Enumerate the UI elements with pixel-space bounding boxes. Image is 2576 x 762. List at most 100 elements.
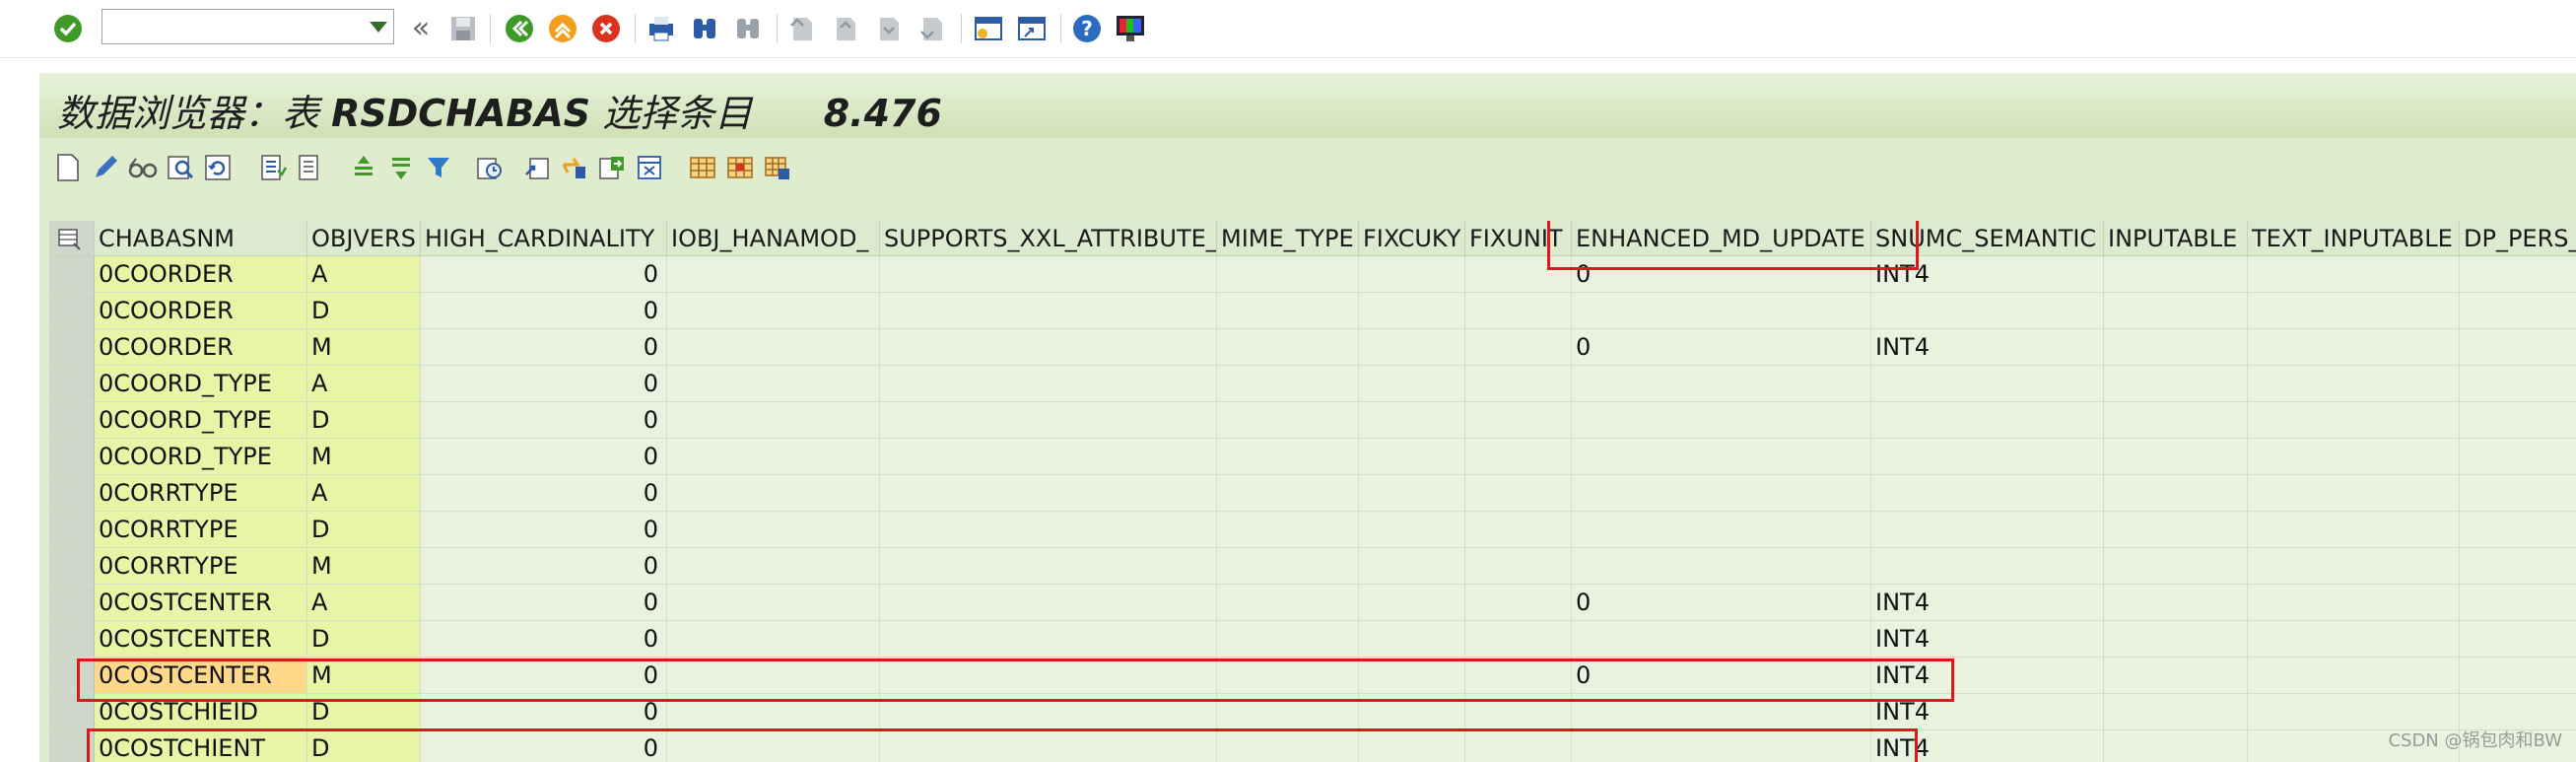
cell-text-inputable[interactable] bbox=[2248, 329, 2460, 366]
back-icon[interactable] bbox=[503, 12, 536, 45]
cell-objvers[interactable]: D bbox=[307, 512, 421, 548]
cell-inputable[interactable] bbox=[2104, 475, 2248, 512]
column-header-fixunit[interactable]: FIXUNIT bbox=[1465, 221, 1572, 256]
cell-mime-type[interactable] bbox=[1217, 475, 1359, 512]
cell-enhanced-md-update[interactable] bbox=[1572, 366, 1871, 402]
cell-mime-type[interactable] bbox=[1217, 585, 1359, 621]
cell-chabasnm[interactable]: 0COORDER bbox=[95, 329, 307, 366]
cell-snumc-semantic[interactable]: INT4 bbox=[1871, 730, 2104, 762]
table-row[interactable]: 0COSTCHIEID D 0 INT4 bbox=[49, 694, 2576, 730]
table-row[interactable]: 0CORRTYPE M 0 bbox=[49, 548, 2576, 585]
table-row[interactable]: 0COSTCENTER D 0 INT4 bbox=[49, 621, 2576, 658]
cell-high-cardinality[interactable]: 0 bbox=[421, 256, 667, 293]
row-selector[interactable] bbox=[49, 256, 95, 293]
cell-snumc-semantic[interactable] bbox=[1871, 439, 2104, 475]
cell-dp-pers-i[interactable] bbox=[2460, 658, 2576, 694]
cell-high-cardinality[interactable]: 0 bbox=[421, 439, 667, 475]
cell-text-inputable[interactable] bbox=[2248, 585, 2460, 621]
column-header-chabasnm[interactable]: CHABASNM bbox=[95, 221, 307, 256]
column-header-enhanced-md-update[interactable]: ENHANCED_MD_UPDATE bbox=[1572, 221, 1871, 256]
cell-high-cardinality[interactable]: 0 bbox=[421, 548, 667, 585]
cell-fixunit[interactable] bbox=[1465, 366, 1572, 402]
cell-enhanced-md-update[interactable] bbox=[1572, 548, 1871, 585]
cell-fixcuky[interactable] bbox=[1359, 658, 1465, 694]
cell-iobj-hanamod-[interactable] bbox=[667, 621, 880, 658]
cell-mime-type[interactable] bbox=[1217, 694, 1359, 730]
table-row[interactable]: 0COORDER D 0 bbox=[49, 293, 2576, 329]
column-header-mime-type[interactable]: MIME_TYPE bbox=[1217, 221, 1359, 256]
filter-icon[interactable] bbox=[422, 150, 455, 185]
cell-objvers[interactable]: D bbox=[307, 694, 421, 730]
cell-fixcuky[interactable] bbox=[1359, 366, 1465, 402]
cell-high-cardinality[interactable]: 0 bbox=[421, 694, 667, 730]
cell-mime-type[interactable] bbox=[1217, 548, 1359, 585]
cell-chabasnm[interactable]: 0CORRTYPE bbox=[95, 548, 307, 585]
cell-objvers[interactable]: M bbox=[307, 439, 421, 475]
sum-icon[interactable] bbox=[473, 150, 507, 185]
cell-dp-pers-i[interactable] bbox=[2460, 548, 2576, 585]
column-header-supports-xxl-attribute-[interactable]: SUPPORTS_XXL_ATTRIBUTE_ bbox=[880, 221, 1217, 256]
cell-mime-type[interactable] bbox=[1217, 730, 1359, 762]
first-page-icon[interactable] bbox=[785, 12, 819, 45]
cell-supports-xxl-attribute-[interactable] bbox=[880, 512, 1217, 548]
cell-supports-xxl-attribute-[interactable] bbox=[880, 366, 1217, 402]
cell-fixcuky[interactable] bbox=[1359, 293, 1465, 329]
row-selector[interactable] bbox=[49, 475, 95, 512]
column-header-objvers[interactable]: OBJVERS bbox=[307, 221, 421, 256]
cell-iobj-hanamod-[interactable] bbox=[667, 439, 880, 475]
column-header-iobj-hanamod-[interactable]: IOBJ_HANAMOD_ bbox=[667, 221, 880, 256]
cell-fixcuky[interactable] bbox=[1359, 402, 1465, 439]
cell-snumc-semantic[interactable]: INT4 bbox=[1871, 658, 2104, 694]
cell-chabasnm[interactable]: 0COSTCHIEID bbox=[95, 694, 307, 730]
customize-layout-icon[interactable] bbox=[1114, 12, 1147, 45]
cell-objvers[interactable]: D bbox=[307, 621, 421, 658]
table-row[interactable]: 0CORRTYPE D 0 bbox=[49, 512, 2576, 548]
cell-fixcuky[interactable] bbox=[1359, 585, 1465, 621]
cell-text-inputable[interactable] bbox=[2248, 694, 2460, 730]
select-all-button[interactable] bbox=[49, 221, 95, 256]
cell-fixunit[interactable] bbox=[1465, 548, 1572, 585]
cell-fixunit[interactable] bbox=[1465, 293, 1572, 329]
cell-supports-xxl-attribute-[interactable] bbox=[880, 548, 1217, 585]
cell-fixcuky[interactable] bbox=[1359, 512, 1465, 548]
exit-icon[interactable] bbox=[546, 12, 579, 45]
cell-fixunit[interactable] bbox=[1465, 730, 1572, 762]
enter-icon[interactable] bbox=[51, 12, 85, 45]
cell-iobj-hanamod-[interactable] bbox=[667, 475, 880, 512]
cell-snumc-semantic[interactable]: INT4 bbox=[1871, 694, 2104, 730]
cell-enhanced-md-update[interactable] bbox=[1572, 402, 1871, 439]
cell-fixcuky[interactable] bbox=[1359, 439, 1465, 475]
cell-iobj-hanamod-[interactable] bbox=[667, 329, 880, 366]
sort-desc-icon[interactable] bbox=[384, 150, 418, 185]
table-row[interactable]: 0COORDER A 0 0 INT4 bbox=[49, 256, 2576, 293]
back-double-icon[interactable]: « bbox=[404, 12, 438, 45]
cell-fixunit[interactable] bbox=[1465, 585, 1572, 621]
table-row[interactable]: 0COORD_TYPE D 0 bbox=[49, 402, 2576, 439]
cell-high-cardinality[interactable]: 0 bbox=[421, 475, 667, 512]
cell-supports-xxl-attribute-[interactable] bbox=[880, 402, 1217, 439]
cell-chabasnm[interactable]: 0COORD_TYPE bbox=[95, 402, 307, 439]
cell-snumc-semantic[interactable] bbox=[1871, 512, 2104, 548]
table-row[interactable]: 0COORD_TYPE A 0 bbox=[49, 366, 2576, 402]
cell-chabasnm[interactable]: 0COSTCENTER bbox=[95, 658, 307, 694]
table-row[interactable]: 0CORRTYPE A 0 bbox=[49, 475, 2576, 512]
cell-text-inputable[interactable] bbox=[2248, 293, 2460, 329]
cell-text-inputable[interactable] bbox=[2248, 621, 2460, 658]
cell-high-cardinality[interactable]: 0 bbox=[421, 293, 667, 329]
cell-objvers[interactable]: M bbox=[307, 329, 421, 366]
cell-dp-pers-i[interactable] bbox=[2460, 621, 2576, 658]
save-layout-icon[interactable] bbox=[761, 150, 794, 185]
row-selector[interactable] bbox=[49, 293, 95, 329]
display-icon[interactable] bbox=[51, 150, 85, 185]
cell-iobj-hanamod-[interactable] bbox=[667, 585, 880, 621]
cell-chabasnm[interactable]: 0COORD_TYPE bbox=[95, 366, 307, 402]
cell-supports-xxl-attribute-[interactable] bbox=[880, 475, 1217, 512]
row-selector[interactable] bbox=[49, 512, 95, 548]
detail-icon[interactable] bbox=[164, 150, 197, 185]
cell-inputable[interactable] bbox=[2104, 256, 2248, 293]
cell-fixcuky[interactable] bbox=[1359, 730, 1465, 762]
cell-inputable[interactable] bbox=[2104, 293, 2248, 329]
cell-enhanced-md-update[interactable] bbox=[1572, 439, 1871, 475]
cell-inputable[interactable] bbox=[2104, 548, 2248, 585]
cell-supports-xxl-attribute-[interactable] bbox=[880, 621, 1217, 658]
